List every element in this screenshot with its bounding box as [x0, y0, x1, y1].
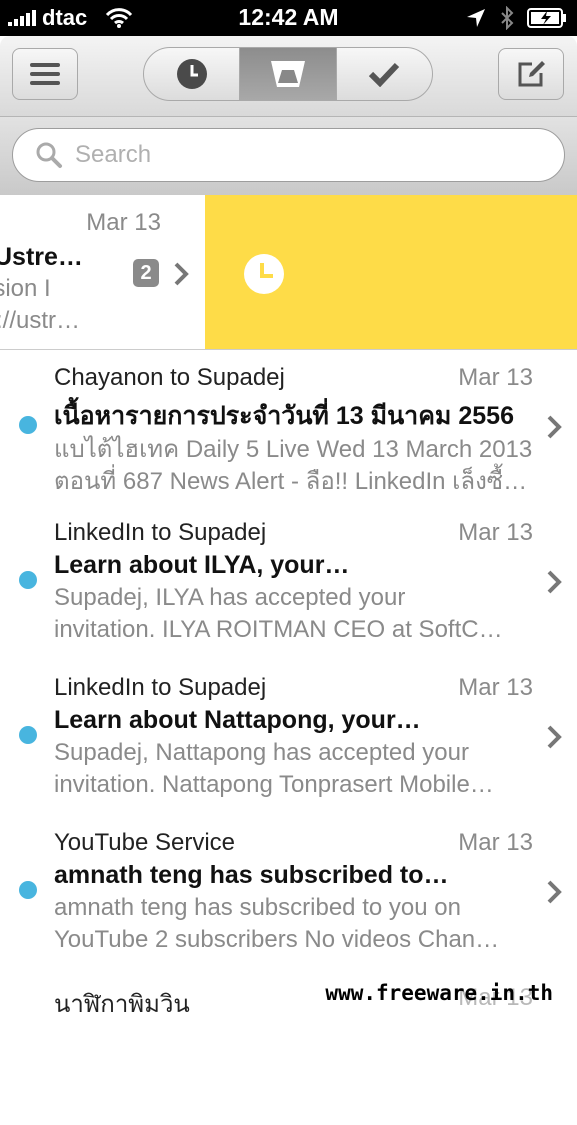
status-bar: dtac 12:42 AM [0, 0, 577, 36]
later-tab[interactable] [144, 48, 241, 100]
unread-dot [19, 571, 37, 589]
thread-count-badge: 2 [133, 259, 159, 287]
email-sender: Chayanon to Supadej [54, 364, 285, 391]
email-preview: invitation. Nattapong Tonprasert Mobile… [54, 771, 494, 798]
battery-icon [527, 8, 566, 28]
swiped-email-row[interactable]: Mar 13 Ustre… ision I ://ustr… 2 [0, 195, 577, 350]
email-row[interactable]: LinkedIn to Supadej Mar 13 Learn about N… [0, 660, 577, 816]
email-preview: Supadej, Nattapong has accepted your [54, 739, 469, 766]
chevron-right-icon [174, 262, 189, 286]
email-preview: ://ustr… [0, 307, 81, 334]
email-date: Mar 13 [458, 519, 533, 546]
location-arrow-icon [467, 9, 485, 27]
email-preview: YouTube 2 subscribers No videos Chan… [54, 926, 500, 953]
email-preview: invitation. ILYA ROITMAN CEO at SoftC… [54, 616, 503, 643]
checkmark-icon [369, 62, 400, 87]
search-bar [0, 117, 577, 195]
search-icon [36, 142, 62, 168]
view-segmented-control [143, 47, 433, 101]
clock-icon [244, 254, 284, 294]
snooze-action[interactable] [205, 195, 577, 349]
email-preview: amnath teng has subscribed to you on [54, 894, 461, 921]
status-right [465, 6, 567, 30]
done-tab[interactable] [337, 48, 432, 100]
email-subject: Learn about Nattapong, your… [54, 706, 421, 734]
watermark: www.freeware.in.th [325, 981, 553, 1005]
search-input[interactable] [73, 140, 537, 170]
email-preview: ision I [0, 275, 51, 302]
hamburger-menu-icon [30, 63, 60, 85]
email-sender: LinkedIn to Supadej [54, 674, 267, 701]
email-date: Mar 13 [458, 674, 533, 701]
email-subject: Learn about ILYA, your… [54, 551, 350, 579]
chevron-right-icon [547, 880, 562, 904]
email-subject: Ustre… [0, 243, 83, 271]
unread-dot [19, 726, 37, 744]
swiped-email-content[interactable]: Mar 13 Ustre… ision I ://ustr… 2 [0, 195, 205, 349]
email-date: Mar 13 [458, 364, 533, 391]
email-date: Mar 13 [86, 209, 161, 236]
unread-dot [19, 881, 37, 899]
chevron-right-icon [547, 570, 562, 594]
inbox-tray-icon [270, 61, 305, 87]
email-sender: YouTube Service [54, 829, 236, 856]
inbox-tab[interactable] [240, 48, 337, 100]
email-preview: ตอนที่ 687 News Alert - ลือ!! LinkedIn เ… [54, 468, 528, 495]
bluetooth-icon [501, 6, 514, 30]
email-row[interactable]: Chayanon to Supadej Mar 13 เนื้อหารายการ… [0, 350, 577, 506]
email-subject: amnath teng has subscribed to… [54, 861, 449, 889]
email-preview: Supadej, ILYA has accepted your [54, 584, 406, 611]
unread-dot [19, 416, 37, 434]
email-sender: LinkedIn to Supadej [54, 519, 267, 546]
menu-button[interactable] [12, 48, 78, 100]
search-box[interactable] [12, 128, 565, 182]
email-date: Mar 13 [458, 829, 533, 856]
compose-button[interactable] [498, 48, 564, 100]
chevron-right-icon [547, 725, 562, 749]
chevron-right-icon [547, 415, 562, 439]
email-row[interactable]: LinkedIn to Supadej Mar 13 Learn about I… [0, 505, 577, 661]
compose-icon [518, 61, 545, 87]
clock-icon [176, 59, 207, 89]
email-row[interactable]: YouTube Service Mar 13 amnath teng has s… [0, 815, 577, 971]
email-sender: นาฬิกาพิมวิน [54, 991, 190, 1018]
toolbar [0, 36, 577, 117]
